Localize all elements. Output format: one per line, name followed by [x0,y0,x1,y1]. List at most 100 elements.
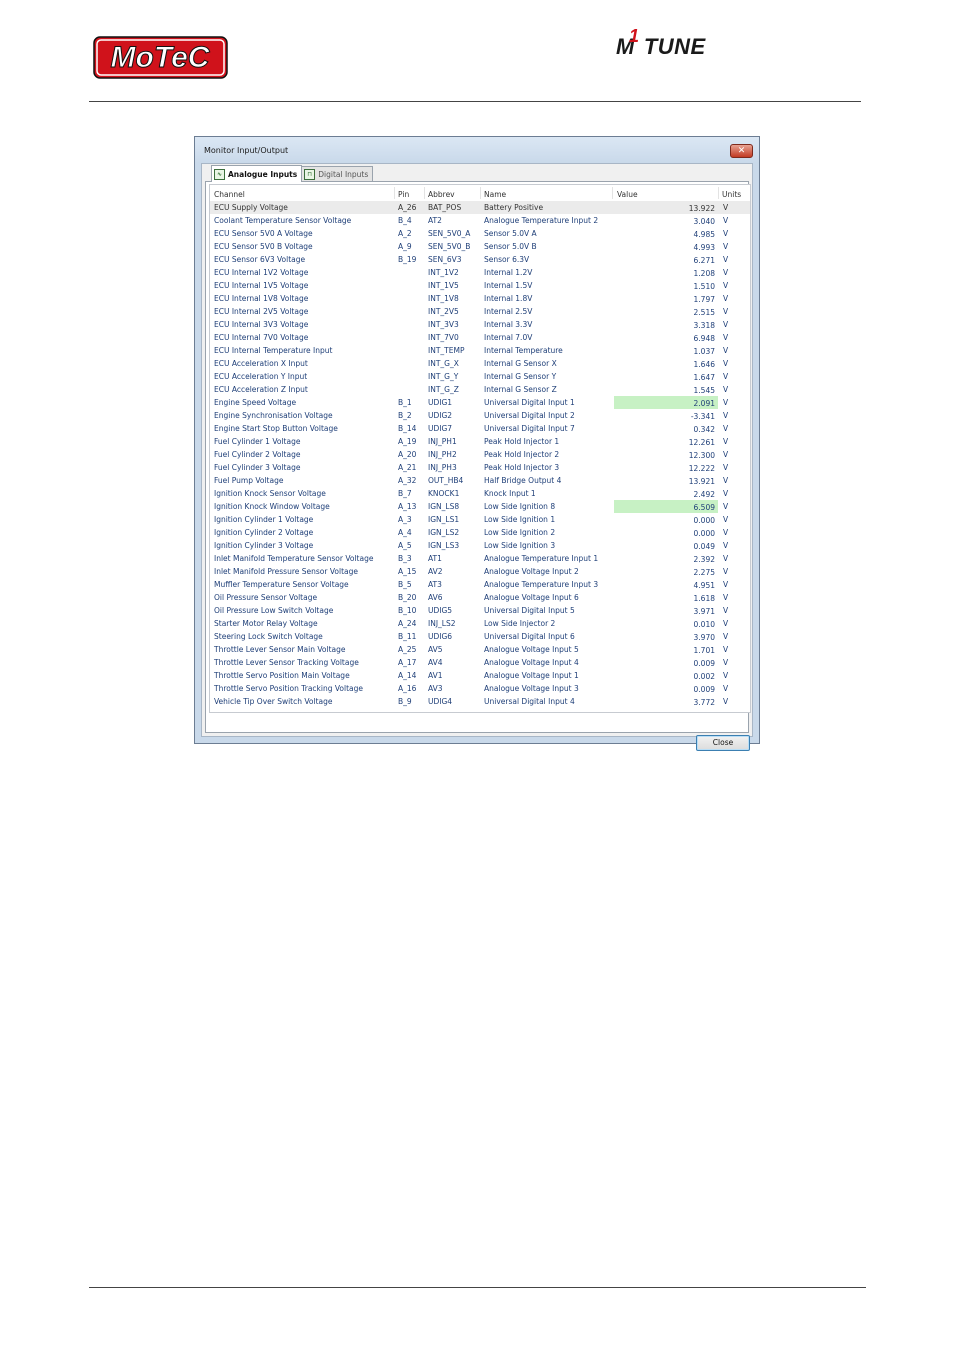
column-header-name[interactable]: Name [484,190,506,199]
table-row[interactable]: Inlet Manifold Temperature Sensor Voltag… [210,552,750,565]
table-row[interactable]: ECU Acceleration X Input INT_G_X Internal … [210,357,750,370]
table-row[interactable]: ECU Acceleration Y Input INT_G_Y Internal … [210,370,750,383]
cell-abbrev: OUT_HB4 [428,476,464,485]
cell-pin: A_26 [398,203,417,212]
cell-channel: ECU Sensor 5V0 B Voltage [214,242,313,251]
table-row[interactable]: Ignition Cylinder 3 Voltage A_5 IGN_LS3 Low… [210,539,750,552]
cell-pin: B_11 [398,632,417,641]
table-row[interactable]: Engine Speed Voltage B_1 UDIG1 Universal Di… [210,396,750,409]
table-row[interactable]: ECU Sensor 6V3 Voltage B_19 SEN_6V3 Sensor … [210,253,750,266]
table-row[interactable]: Engine Synchronisation Voltage B_2 UDIG2 Un… [210,409,750,422]
cell-units: V [723,619,729,628]
cell-name: Universal Digital Input 7 [484,424,575,433]
table-row[interactable]: Throttle Servo Position Tracking Voltage… [210,682,750,695]
table-row[interactable]: Oil Pressure Sensor Voltage B_20 AV6 Analog… [210,591,750,604]
table-row[interactable]: Fuel Pump Voltage A_32 OUT_HB4 Half Bridge … [210,474,750,487]
cell-pin: B_4 [398,216,412,225]
cell-value: 0.342 [693,425,715,434]
cell-pin: A_14 [398,671,417,680]
table-row[interactable]: Muffler Temperature Sensor Voltage B_5 AT3… [210,578,750,591]
cell-units: V [723,398,729,407]
table-row[interactable]: Throttle Lever Sensor Main Voltage A_25 AV… [210,643,750,656]
table-row[interactable]: ECU Sensor 5V0 B Voltage A_9 SEN_5V0_B Sens… [210,240,750,253]
table-row[interactable]: Fuel Cylinder 1 Voltage A_19 INJ_PH1 Peak H… [210,435,750,448]
table-row[interactable]: ECU Sensor 5V0 A Voltage A_2 SEN_5V0_A Sens… [210,227,750,240]
table-row[interactable]: ECU Internal 1V2 Voltage INT_1V2 Internal … [210,266,750,279]
m1-tune-logo: M1 TUNE [616,26,706,60]
cell-units: V [723,515,729,524]
cell-value: 12.222 [688,464,715,473]
column-header-units[interactable]: Units [722,190,741,199]
cell-value: 1.618 [693,594,715,603]
cell-channel: ECU Acceleration X Input [214,359,308,368]
column-header-pin[interactable]: Pin [398,190,409,199]
table-row[interactable]: Inlet Manifold Pressure Sensor Voltage A_… [210,565,750,578]
column-header-abbrev[interactable]: Abbrev [428,190,455,199]
cell-channel: Vehicle Tip Over Switch Voltage [214,697,333,706]
tune-logo-text: TUNE [643,34,706,59]
cell-units: V [723,255,729,264]
cell-abbrev: INJ_PH1 [428,437,457,446]
cell-channel: ECU Acceleration Z Input [214,385,308,394]
table-row[interactable]: ECU Acceleration Z Input INT_G_Z Internal … [210,383,750,396]
column-header-value[interactable]: Value [617,190,638,199]
table-row[interactable]: Ignition Knock Sensor Voltage B_7 KNOCK1 Kn… [210,487,750,500]
cell-pin: B_9 [398,697,412,706]
cell-abbrev: AV5 [428,645,443,654]
close-button[interactable]: Close [696,735,750,751]
cell-units: V [723,268,729,277]
cell-abbrev: INT_G_Y [428,372,459,381]
cell-value: 1.797 [693,295,715,304]
cell-value: 6.271 [693,256,715,265]
cell-abbrev: SEN_5V0_B [428,242,471,251]
table-row[interactable]: Ignition Cylinder 2 Voltage A_4 IGN_LS2 Low… [210,526,750,539]
table-row[interactable]: ECU Internal 7V0 Voltage INT_7V0 Internal … [210,331,750,344]
table-row[interactable]: ECU Internal 2V5 Voltage INT_2V5 Internal … [210,305,750,318]
cell-pin: B_5 [398,580,412,589]
table-row[interactable]: ECU Internal Temperature Input INT_TEMP In… [210,344,750,357]
window-close-icon[interactable]: ✕ [730,144,753,158]
column-header-channel[interactable]: Channel [214,190,245,199]
cell-units: V [723,554,729,563]
tab-digital-inputs[interactable]: ⊓ Digital Inputs [301,166,374,181]
table-row[interactable]: Throttle Servo Position Main Voltage A_14… [210,669,750,682]
cell-name: Low Side Ignition 8 [484,502,556,511]
table-row[interactable]: ECU Internal 1V5 Voltage INT_1V5 Internal … [210,279,750,292]
cell-pin: A_19 [398,437,417,446]
cell-abbrev: SEN_5V0_A [428,229,471,238]
cell-value: 2.492 [693,490,715,499]
table-row[interactable]: Steering Lock Switch Voltage B_11 UDIG6 Uni… [210,630,750,643]
cell-pin: B_19 [398,255,417,264]
table-row[interactable]: ECU Internal 3V3 Voltage INT_3V3 Internal … [210,318,750,331]
cell-abbrev: UDIG7 [428,424,453,433]
table-row[interactable]: Engine Start Stop Button Voltage B_14 UDIG… [210,422,750,435]
cell-units: V [723,203,729,212]
cell-channel: Throttle Lever Sensor Main Voltage [214,645,346,654]
window-titlebar[interactable]: Monitor Input/Output ✕ [195,137,759,163]
io-table[interactable]: Channel Pin Abbrev Name Value Units ECU … [209,184,751,713]
table-row[interactable]: Throttle Lever Sensor Tracking Voltage A_… [210,656,750,669]
cell-pin: A_25 [398,645,417,654]
cell-name: Internal G Sensor X [484,359,557,368]
cell-pin: A_32 [398,476,417,485]
table-row[interactable]: Starter Motor Relay Voltage A_24 INJ_LS2 Lo… [210,617,750,630]
cell-units: V [723,658,729,667]
table-row[interactable]: Ignition Cylinder 1 Voltage A_3 IGN_LS1 Low… [210,513,750,526]
cell-units: V [723,294,729,303]
cell-value: 3.970 [693,633,715,642]
table-row[interactable]: Coolant Temperature Sensor Voltage B_4 AT2… [210,214,750,227]
table-row[interactable]: Fuel Cylinder 3 Voltage A_21 INJ_PH3 Peak H… [210,461,750,474]
table-row[interactable]: Fuel Cylinder 2 Voltage A_20 INJ_PH2 Peak H… [210,448,750,461]
cell-name: Internal 1.5V [484,281,533,290]
table-row[interactable]: Oil Pressure Low Switch Voltage B_10 UDIG5… [210,604,750,617]
cell-pin: A_21 [398,463,417,472]
table-row[interactable]: ECU Supply Voltage A_26 BAT_POS Battery Pos… [210,201,750,214]
table-row[interactable]: ECU Internal 1V8 Voltage INT_1V8 Internal … [210,292,750,305]
cell-name: Internal G Sensor Z [484,385,557,394]
cell-channel: Ignition Cylinder 3 Voltage [214,541,314,550]
tab-analogue-inputs[interactable]: ∿ Analogue Inputs [211,165,303,182]
cell-pin: A_20 [398,450,417,459]
table-row[interactable]: Ignition Knock Window Voltage A_13 IGN_LS8… [210,500,750,513]
table-row[interactable]: Vehicle Tip Over Switch Voltage B_9 UDIG4 U… [210,695,750,708]
cell-abbrev: UDIG6 [428,632,453,641]
